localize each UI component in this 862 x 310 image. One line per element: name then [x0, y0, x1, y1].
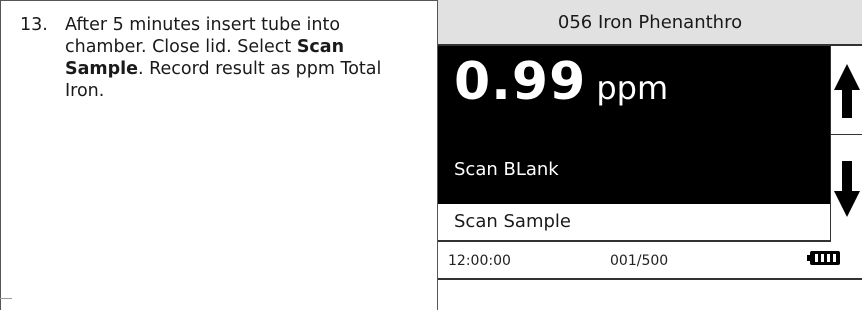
status-bar: 12:00:00 001/500: [438, 242, 862, 280]
scroll-down-button[interactable]: [831, 135, 862, 241]
menu-item-scan-sample-label: Scan Sample: [454, 211, 571, 232]
menu-item-scan-blank[interactable]: Scan BLank: [454, 159, 559, 180]
test-title-bar: 056 Iron Phenanthro: [438, 0, 862, 46]
scroll-arrows: [830, 46, 862, 242]
clock-time: 12:00:00: [448, 253, 511, 269]
battery-icon: [807, 251, 840, 265]
arrow-up-icon: [834, 64, 860, 118]
menu-item-scan-sample[interactable]: Scan Sample: [438, 204, 830, 242]
result-unit: ppm: [596, 69, 669, 107]
arrow-down-icon: [834, 161, 860, 217]
meter-screen: 056 Iron Phenanthro 0.99 ppm Scan BLank S…: [438, 0, 862, 310]
table-border-stub: [0, 298, 12, 299]
test-count: 001/500: [610, 253, 669, 269]
instruction-step: 13. After 5 minutes insert tube into cha…: [20, 14, 420, 102]
table-border-left: [0, 0, 1, 310]
scroll-up-button[interactable]: [831, 46, 862, 135]
result-reading: 0.99 ppm: [454, 52, 668, 112]
test-title: 056 Iron Phenanthro: [557, 11, 743, 33]
result-value: 0.99: [454, 52, 587, 112]
step-number: 13.: [20, 15, 48, 35]
reading-panel: 0.99 ppm Scan BLank: [438, 46, 830, 204]
step-text: After 5 minutes insert tube into chamber…: [65, 14, 420, 102]
